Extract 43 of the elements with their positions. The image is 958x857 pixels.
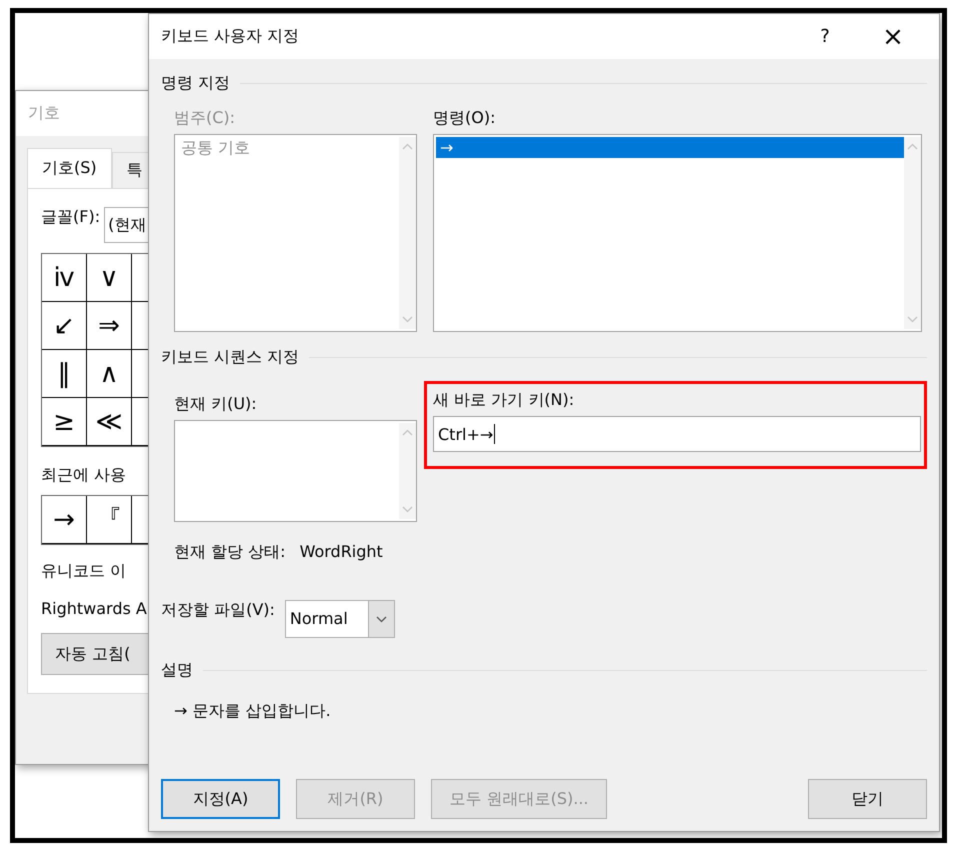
section-title: 키보드 시퀀스 지정 — [161, 347, 300, 368]
list-item[interactable]: → — [436, 137, 904, 158]
symbol-cell[interactable]: → — [42, 496, 87, 544]
tab[interactable]: 기호(S) — [27, 148, 112, 188]
scrollbar[interactable] — [904, 137, 921, 329]
dialog-button[interactable]: 지정(A) — [161, 779, 280, 819]
symbol-cell[interactable]: ↙ — [42, 302, 87, 350]
symbol-cell[interactable]: ≪ — [87, 398, 132, 446]
field-label: 명령(O): — [433, 108, 496, 129]
chevron-down-icon[interactable] — [376, 616, 387, 622]
window-title: 키보드 사용자 지정 — [161, 26, 300, 47]
window-title: 기호 — [28, 103, 60, 124]
section-title: 명령 지정 — [161, 73, 230, 94]
symbol-cell[interactable]: 『 — [87, 496, 132, 544]
symbol-cell[interactable]: ⅳ — [42, 254, 87, 302]
chevron-up-icon[interactable] — [402, 429, 413, 436]
field-label: 현재 키(U): — [174, 394, 257, 415]
field-label: 범주(C): — [174, 108, 236, 129]
chevron-up-icon[interactable] — [907, 143, 918, 150]
dropdown[interactable]: Normal — [284, 600, 395, 638]
recent-label: 최근에 사용 — [41, 465, 126, 486]
chevron-up-icon[interactable] — [402, 143, 413, 150]
list-box[interactable] — [174, 420, 417, 522]
input-field[interactable]: Ctrl+→ — [433, 416, 921, 452]
description-text: → 문자를 삽입합니다. — [174, 701, 332, 722]
assignment-value: WordRight — [300, 542, 383, 563]
symbol-cell[interactable]: ∨ — [87, 254, 132, 302]
symbol-cell[interactable]: ‖ — [42, 350, 87, 398]
unicode-name: Rightwards A — [41, 599, 147, 620]
symbol-cell[interactable]: ⇒ — [87, 302, 132, 350]
dialog-button[interactable]: 닫기 — [808, 779, 927, 819]
unicode-label: 유니코드 이 — [41, 561, 126, 582]
close-button[interactable]: × — [859, 16, 927, 56]
field-label: 새 바로 가기 키(N): — [433, 390, 574, 411]
symbol-cell[interactable]: ∧ — [87, 350, 132, 398]
scrollbar[interactable] — [399, 423, 416, 519]
field-label: 저장할 파일(V): — [161, 600, 275, 621]
font-label: 글꼴(F): — [41, 207, 100, 228]
symbol-cell[interactable]: ≥ — [42, 398, 87, 446]
field-label: 현재 할당 상태: — [174, 542, 286, 563]
help-button[interactable]: ? — [791, 16, 859, 56]
list-box[interactable]: → — [433, 134, 922, 332]
scrollbar[interactable] — [399, 137, 416, 329]
